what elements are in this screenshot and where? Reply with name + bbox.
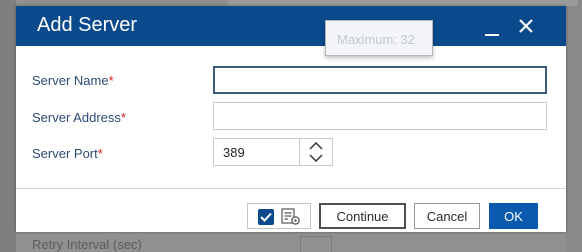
server-port-label: Server Port*	[32, 146, 103, 161]
chevron-up-icon	[309, 141, 323, 150]
maximum-tooltip: Maximum: 32	[325, 20, 433, 56]
minimize-button[interactable]	[477, 10, 507, 42]
tooltip-text: Maximum: 32	[337, 32, 416, 47]
list-settings-icon[interactable]	[281, 208, 301, 226]
footer-icon-group	[247, 203, 311, 229]
ok-button[interactable]: OK	[489, 203, 538, 229]
server-address-input[interactable]	[213, 102, 547, 130]
server-name-input[interactable]	[213, 66, 547, 94]
background-panel-right	[566, 0, 582, 252]
port-decrement-button[interactable]	[300, 152, 332, 165]
close-button[interactable]	[511, 10, 541, 42]
option-checkbox[interactable]	[258, 209, 274, 225]
add-server-dialog: Add Server Server Name* Server Address* …	[16, 6, 566, 232]
required-marker: *	[120, 110, 126, 125]
footer-separator	[16, 188, 566, 189]
server-port-stepper[interactable]: 389	[213, 138, 333, 166]
dialog-titlebar: Add Server	[16, 6, 566, 46]
background-spinner	[300, 236, 332, 252]
background-retry-interval-label: Retry Interval (sec)	[32, 237, 142, 252]
checkmark-icon	[260, 212, 272, 222]
required-marker: *	[97, 146, 103, 161]
port-increment-button[interactable]	[300, 139, 332, 152]
close-icon	[519, 19, 533, 33]
server-address-label: Server Address*	[32, 110, 126, 125]
cancel-button[interactable]: Cancel	[414, 203, 480, 229]
dialog-title: Add Server	[37, 14, 138, 36]
background-panel-left	[0, 0, 16, 252]
required-marker: *	[108, 73, 114, 88]
minimize-icon	[485, 34, 499, 36]
chevron-down-icon	[309, 154, 323, 163]
continue-button[interactable]: Continue	[319, 203, 406, 229]
server-port-input[interactable]: 389	[223, 145, 245, 160]
server-name-label: Server Name*	[32, 73, 114, 88]
